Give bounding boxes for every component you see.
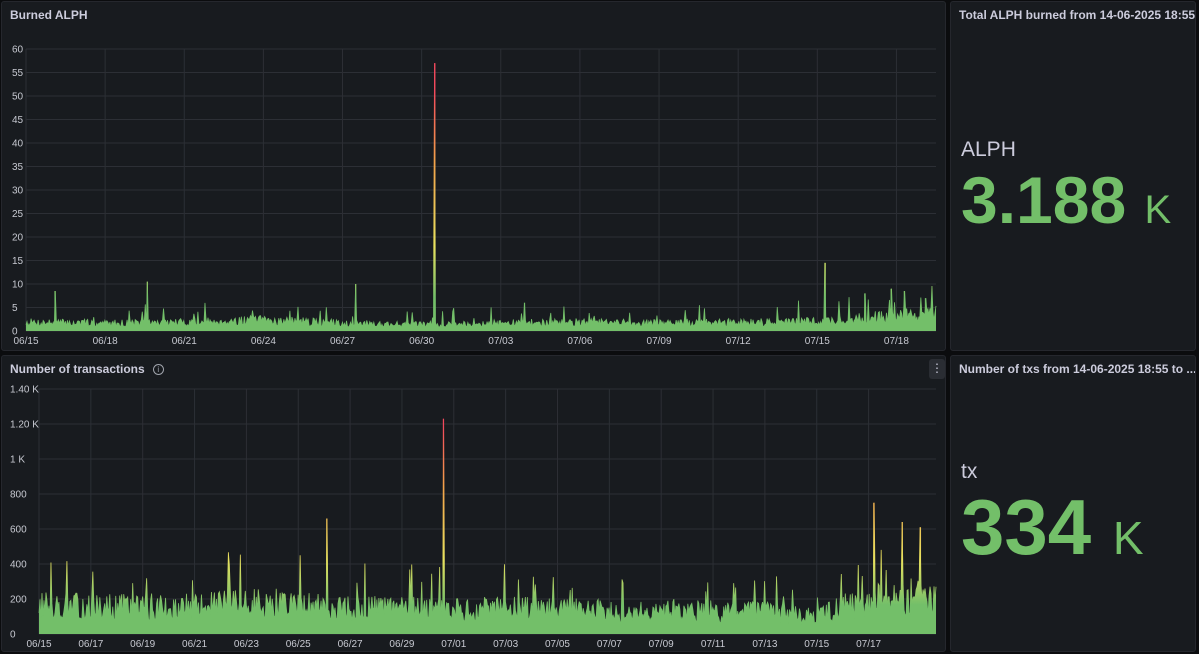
x-tick-label: 07/13 xyxy=(752,639,777,650)
y-tick-label: 1 K xyxy=(10,455,25,466)
x-tick-label: 06/21 xyxy=(182,639,207,650)
stat-label: tx xyxy=(961,460,978,483)
series-area xyxy=(26,63,936,331)
total-burned-panel: Total ALPH burned from 14-06-2025 18:55 … xyxy=(950,1,1196,351)
x-tick-label: 06/15 xyxy=(26,639,51,650)
panel-title: Number of txs from 14-06-2025 18:55 to .… xyxy=(959,362,1196,376)
stat-value: 334 K xyxy=(961,482,1144,573)
x-tick-label: 06/27 xyxy=(330,336,355,347)
x-tick-label: 06/21 xyxy=(172,336,197,347)
y-tick-label: 15 xyxy=(12,256,24,267)
x-tick-label: 07/03 xyxy=(493,639,518,650)
x-tick-label: 07/09 xyxy=(649,639,674,650)
x-tick-label: 06/30 xyxy=(409,336,434,347)
y-tick-label: 800 xyxy=(10,490,27,501)
y-tick-label: 200 xyxy=(10,595,27,606)
x-tick-label: 07/07 xyxy=(597,639,622,650)
y-tick-label: 400 xyxy=(10,560,27,571)
x-tick-label: 07/09 xyxy=(647,336,672,347)
y-tick-label: 10 xyxy=(12,280,24,291)
panel-title: Total ALPH burned from 14-06-2025 18:55 … xyxy=(959,8,1196,22)
x-tick-label: 07/01 xyxy=(441,639,466,650)
x-tick-label: 06/29 xyxy=(389,639,414,650)
x-tick-label: 07/15 xyxy=(804,639,829,650)
x-tick-label: 06/19 xyxy=(130,639,155,650)
x-tick-label: 07/12 xyxy=(726,336,751,347)
grid xyxy=(38,388,936,635)
transactions-panel: Number of transactions i ⋮ 0 200 400 600 800 1… xyxy=(1,355,946,652)
transactions-chart[interactable]: 0 200 400 600 800 1 K 1.20 K 1.40 K 06/15 06/17 06… xyxy=(2,356,946,652)
y-tick-label: 40 xyxy=(12,139,24,150)
y-tick-label: 45 xyxy=(12,115,24,126)
x-tick-label: 06/15 xyxy=(13,336,38,347)
burned-alph-chart[interactable]: 05101520253035404550556006/15 06/18 06/21 0… xyxy=(2,2,946,351)
series-line xyxy=(38,418,937,625)
x-tick-label: 06/17 xyxy=(78,639,103,650)
x-tick-label: 07/03 xyxy=(488,336,513,347)
y-tick-label: 0 xyxy=(10,630,16,641)
x-tick-label: 07/06 xyxy=(567,336,592,347)
grid xyxy=(25,48,936,332)
stat-label: ALPH xyxy=(961,138,1016,161)
stat-number: 334 xyxy=(961,483,1092,571)
y-tick-label: 600 xyxy=(10,525,27,536)
y-tick-label: 35 xyxy=(12,162,24,173)
stat-number: 3.188 xyxy=(961,163,1127,237)
series-line xyxy=(25,63,937,330)
x-tick-label: 06/25 xyxy=(286,639,311,650)
stat-value: 3.188 K xyxy=(961,162,1171,238)
total-txs-panel: Number of txs from 14-06-2025 18:55 to .… xyxy=(950,355,1196,652)
stat-unit: K xyxy=(1112,512,1144,564)
y-tick-label: 1.40 K xyxy=(10,385,39,396)
x-tick-label: 07/15 xyxy=(805,336,830,347)
x-tick-label: 07/05 xyxy=(545,639,570,650)
y-tick-label: 25 xyxy=(12,209,24,220)
y-tick-label: 50 xyxy=(12,92,24,103)
burned-alph-panel: Burned ALPH 0 5 10 15 20 25 30 35 40 45 50 55 60 06/1… xyxy=(1,1,946,351)
x-tick-label: 06/18 xyxy=(93,336,118,347)
x-tick-label: 06/23 xyxy=(234,639,259,650)
y-tick-label: 1.20 K xyxy=(10,420,39,431)
stat-unit: K xyxy=(1144,188,1172,232)
x-tick-label: 07/18 xyxy=(884,336,909,347)
x-tick-label: 07/11 xyxy=(701,639,726,650)
y-tick-label: 30 xyxy=(12,186,24,197)
panel-title-text: Number of txs from 14-06-2025 18:55 to .… xyxy=(959,362,1196,376)
y-tick-label: 55 xyxy=(12,68,24,79)
y-tick-label: 20 xyxy=(12,233,24,244)
x-tick-label: 07/17 xyxy=(856,639,881,650)
y-tick-label: 5 xyxy=(12,303,18,314)
x-tick-label: 06/27 xyxy=(338,639,363,650)
x-tick-label: 06/24 xyxy=(251,336,276,347)
y-tick-label: 60 xyxy=(12,45,24,56)
